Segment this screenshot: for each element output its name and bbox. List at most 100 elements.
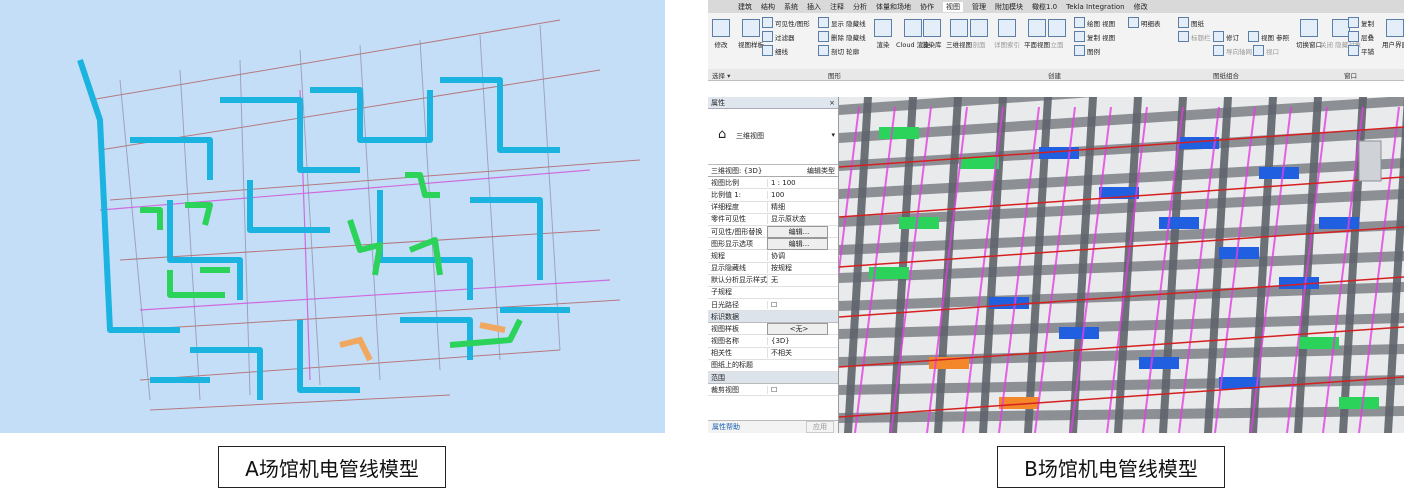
properties-help-link[interactable]: 属性帮助: [712, 422, 740, 432]
title-block-button[interactable]: 标题栏: [1178, 31, 1211, 42]
tab-collaborate[interactable]: 协作: [920, 2, 934, 12]
property-value[interactable]: 按规程: [767, 263, 838, 274]
remove-hidden-button[interactable]: 删除 隐藏线: [818, 31, 866, 42]
user-interface-button[interactable]: 用户界面: [1382, 19, 1404, 49]
3d-view-button[interactable]: 三维视图: [946, 19, 972, 49]
property-row[interactable]: 日光路径 ☐: [708, 299, 838, 312]
schedules-button[interactable]: 明细表: [1128, 17, 1161, 28]
viewports-button[interactable]: 视口: [1253, 45, 1279, 56]
tab-tekla[interactable]: Tekla Integration: [1066, 3, 1124, 11]
tab-manage[interactable]: 管理: [972, 2, 986, 12]
category-extents[interactable]: 范围: [708, 372, 838, 384]
property-label: 默认分析显示样式: [711, 276, 767, 285]
property-row[interactable]: 详细程度 精细: [708, 202, 838, 214]
apply-button[interactable]: 应用: [806, 421, 834, 433]
edit-button[interactable]: 编辑...: [767, 237, 828, 250]
thin-lines-button[interactable]: 细线: [762, 45, 788, 56]
duct-segment: [1259, 167, 1299, 179]
property-row[interactable]: 可见性/图形替换 编辑...: [708, 225, 838, 239]
render-button[interactable]: 渲染: [874, 19, 892, 49]
property-value[interactable]: 不相关: [767, 348, 838, 359]
tab-systems[interactable]: 系统: [784, 2, 798, 12]
view-templates-button[interactable]: 视图样板: [738, 19, 764, 49]
tab-annotate[interactable]: 注释: [830, 2, 844, 12]
tab-view[interactable]: 视图: [943, 1, 963, 12]
edit-button[interactable]: <无>: [767, 322, 828, 335]
tab-analyze[interactable]: 分析: [853, 2, 867, 12]
extents-rows: 裁剪视图 ☐: [708, 384, 838, 397]
sheet-button[interactable]: 图纸: [1178, 17, 1204, 28]
elevation-button[interactable]: 立面: [1048, 19, 1066, 49]
replicate-button[interactable]: 复制: [1348, 17, 1374, 28]
tab-structure[interactable]: 结构: [761, 2, 775, 12]
property-row[interactable]: 视图比例 1 : 100: [708, 177, 838, 190]
type-selector[interactable]: ⌂ 三维视图 ▾: [708, 109, 838, 165]
caption-a: A场馆机电管线模型: [218, 446, 446, 488]
property-row[interactable]: 图形显示选项 编辑...: [708, 237, 838, 251]
callout-button[interactable]: 详图索引: [994, 19, 1020, 49]
property-row[interactable]: 显示隐藏线 按规程: [708, 263, 838, 275]
property-value[interactable]: 无: [767, 275, 838, 286]
property-row[interactable]: 子规程: [708, 287, 838, 300]
property-row[interactable]: 视图名称 {3D}: [708, 335, 838, 348]
property-row[interactable]: 图纸上的标题: [708, 360, 838, 372]
property-value[interactable]: 显示原状态: [767, 214, 838, 225]
edit-type-button[interactable]: 编辑类型: [781, 166, 838, 176]
drafting-view-button[interactable]: 绘图 视图: [1074, 17, 1115, 28]
cursor-icon: [712, 19, 730, 37]
property-label: 视图比例: [711, 178, 739, 187]
tab-addins[interactable]: 附加模块: [995, 2, 1023, 12]
tab-insert[interactable]: 插入: [807, 2, 821, 12]
property-value[interactable]: 100: [767, 190, 838, 199]
filters-button[interactable]: 过滤器: [762, 31, 795, 42]
tab-olive[interactable]: 橄榄1.0: [1032, 2, 1057, 12]
select-dropdown[interactable]: 选择 ▾: [712, 70, 730, 80]
property-value[interactable]: ☐: [767, 300, 838, 309]
close-icon[interactable]: ×: [829, 99, 835, 107]
property-value[interactable]: ☐: [767, 385, 838, 394]
cascade-button[interactable]: 层叠: [1348, 31, 1374, 42]
property-value[interactable]: 协调: [767, 250, 838, 261]
tab-massing[interactable]: 体量和场地: [876, 2, 911, 12]
3d-viewport[interactable]: [839, 97, 1404, 433]
plan-views-button[interactable]: 平面视图: [1024, 19, 1050, 49]
guide-grid-button[interactable]: 导向轴网: [1213, 45, 1252, 56]
edit-button[interactable]: 编辑...: [767, 225, 828, 238]
category-identity[interactable]: 标识数据: [708, 311, 838, 324]
property-row[interactable]: 规程 协调: [708, 250, 838, 263]
tab-architecture[interactable]: 建筑: [738, 2, 752, 12]
viewcube-icon[interactable]: [1358, 140, 1382, 182]
close-hidden-icon: [1331, 19, 1350, 37]
cut-profile-icon: [818, 45, 829, 56]
property-value[interactable]: 1 : 100: [767, 178, 838, 187]
revisions-button[interactable]: 修订: [1213, 31, 1239, 42]
property-value[interactable]: {3D}: [767, 337, 838, 346]
property-row[interactable]: 裁剪视图 ☐: [708, 384, 838, 397]
group-windows: 窗口: [1344, 72, 1357, 80]
switch-windows-button[interactable]: 切换窗口: [1296, 19, 1322, 49]
callout-icon: [998, 19, 1016, 37]
section-button[interactable]: 剖面: [970, 19, 988, 49]
duct-segment: [879, 127, 919, 139]
view-reference-button[interactable]: 视图 参照: [1248, 31, 1289, 42]
property-row[interactable]: 相关性 不相关: [708, 348, 838, 360]
modify-button[interactable]: 修改: [712, 19, 730, 49]
chevron-down-icon[interactable]: ▾: [831, 131, 835, 139]
tile-button[interactable]: 平铺: [1348, 45, 1374, 56]
property-row[interactable]: 视图样板 <无>: [708, 322, 838, 336]
property-value[interactable]: 精细: [767, 202, 838, 213]
duplicate-view-button[interactable]: 复制 视图: [1074, 31, 1115, 42]
property-row[interactable]: 比例值 1: 100: [708, 189, 838, 202]
instance-selector[interactable]: 三维视图: {3D} 编辑类型: [708, 165, 838, 178]
property-label: 显示隐藏线: [711, 264, 746, 273]
properties-title: 属性: [711, 98, 725, 107]
show-hidden-button[interactable]: 显示 隐藏线: [818, 17, 866, 28]
tab-modify[interactable]: 修改: [1134, 2, 1148, 12]
property-row[interactable]: 零件可见性 显示原状态: [708, 214, 838, 226]
property-row[interactable]: 默认分析显示样式无: [708, 275, 838, 287]
visibility-button[interactable]: 可见性/图形: [762, 17, 810, 28]
cut-profile-button[interactable]: 剖切 轮廓: [818, 45, 859, 56]
legends-button[interactable]: 图例: [1074, 45, 1100, 56]
render-gallery-button[interactable]: 渲染库: [922, 19, 942, 49]
type-name: 三维视图: [736, 132, 764, 140]
